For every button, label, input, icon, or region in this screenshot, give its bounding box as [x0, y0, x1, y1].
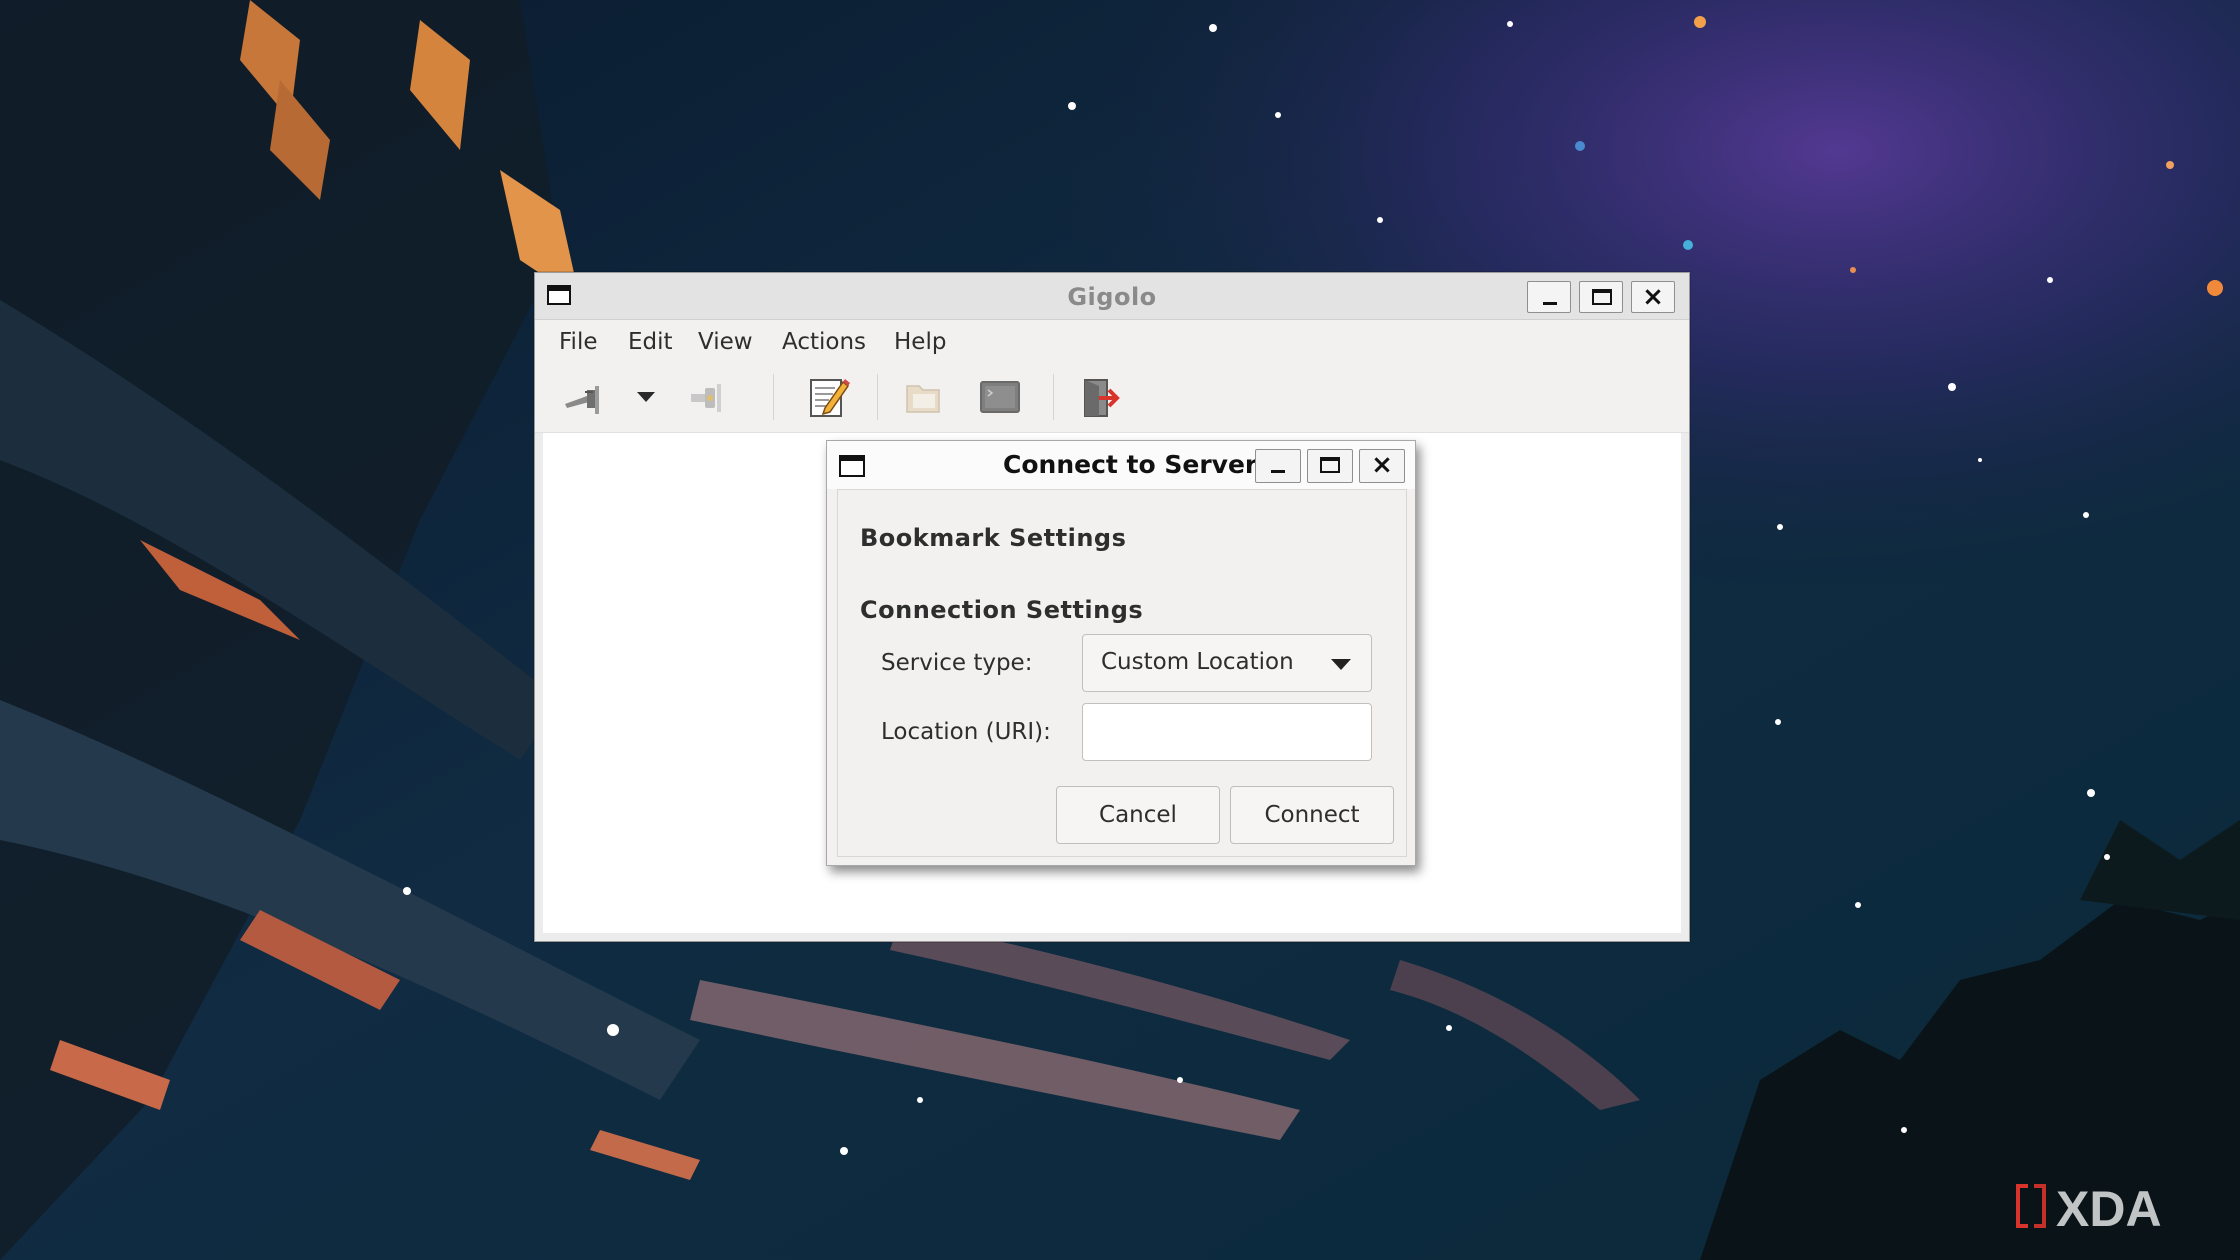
dialog-title: Connect to Server — [1003, 450, 1258, 479]
minimize-button[interactable] — [1527, 281, 1571, 313]
maximize-icon — [1320, 457, 1340, 473]
menu-file[interactable]: File — [559, 329, 598, 355]
chevron-down-icon — [1331, 659, 1351, 670]
dialog-body: Bookmark Settings Connection Settings Se… — [837, 489, 1407, 857]
service-type-label: Service type: — [881, 650, 1033, 676]
terminal-icon[interactable] — [975, 372, 1025, 422]
location-uri-input[interactable] — [1082, 703, 1372, 761]
menu-view[interactable]: View — [698, 329, 753, 355]
toolbar-separator — [877, 374, 878, 420]
connect-icon[interactable] — [559, 372, 609, 422]
dropdown-arrow-icon[interactable] — [631, 372, 661, 422]
menu-edit[interactable]: Edit — [628, 329, 673, 355]
maximize-button[interactable] — [1579, 281, 1623, 313]
connect-button[interactable]: Connect — [1230, 786, 1394, 844]
disconnect-icon[interactable] — [683, 372, 733, 422]
bookmark-settings-heading: Bookmark Settings — [860, 524, 1127, 552]
quit-icon[interactable] — [1075, 372, 1125, 422]
dialog-maximize-button[interactable] — [1307, 449, 1353, 483]
window-title: Gigolo — [1067, 283, 1157, 311]
window-titlebar[interactable]: Gigolo × — [535, 273, 1689, 320]
menu-actions[interactable]: Actions — [782, 329, 866, 355]
close-icon: × — [1371, 450, 1393, 480]
service-type-value: Custom Location — [1101, 649, 1294, 675]
toolbar — [535, 362, 1689, 433]
service-type-select[interactable]: Custom Location — [1082, 634, 1372, 692]
location-uri-label: Location (URI): — [881, 719, 1051, 745]
menubar: File Edit View Actions Help — [535, 320, 1689, 362]
open-folder-icon[interactable] — [899, 372, 949, 422]
connection-settings-heading: Connection Settings — [860, 596, 1144, 624]
xda-brand-text: XDA — [2056, 1181, 2162, 1234]
dialog-menu-icon[interactable] — [839, 455, 865, 477]
edit-bookmark-icon[interactable] — [803, 372, 853, 422]
connect-to-server-dialog: Connect to Server × Bookmark Settings Co… — [826, 440, 1416, 866]
dialog-titlebar[interactable]: Connect to Server × — [827, 441, 1415, 489]
close-icon: × — [1642, 282, 1664, 312]
minimize-icon — [1271, 470, 1285, 473]
cancel-button[interactable]: Cancel — [1056, 786, 1220, 844]
menu-help[interactable]: Help — [894, 329, 946, 355]
dialog-minimize-button[interactable] — [1255, 449, 1301, 483]
toolbar-separator — [1053, 374, 1054, 420]
close-button[interactable]: × — [1631, 281, 1675, 313]
toolbar-separator — [773, 374, 774, 420]
dialog-close-button[interactable]: × — [1359, 449, 1405, 483]
xda-watermark-logo: XDA — [2016, 1181, 2162, 1234]
minimize-icon — [1543, 302, 1557, 305]
maximize-icon — [1592, 289, 1612, 305]
